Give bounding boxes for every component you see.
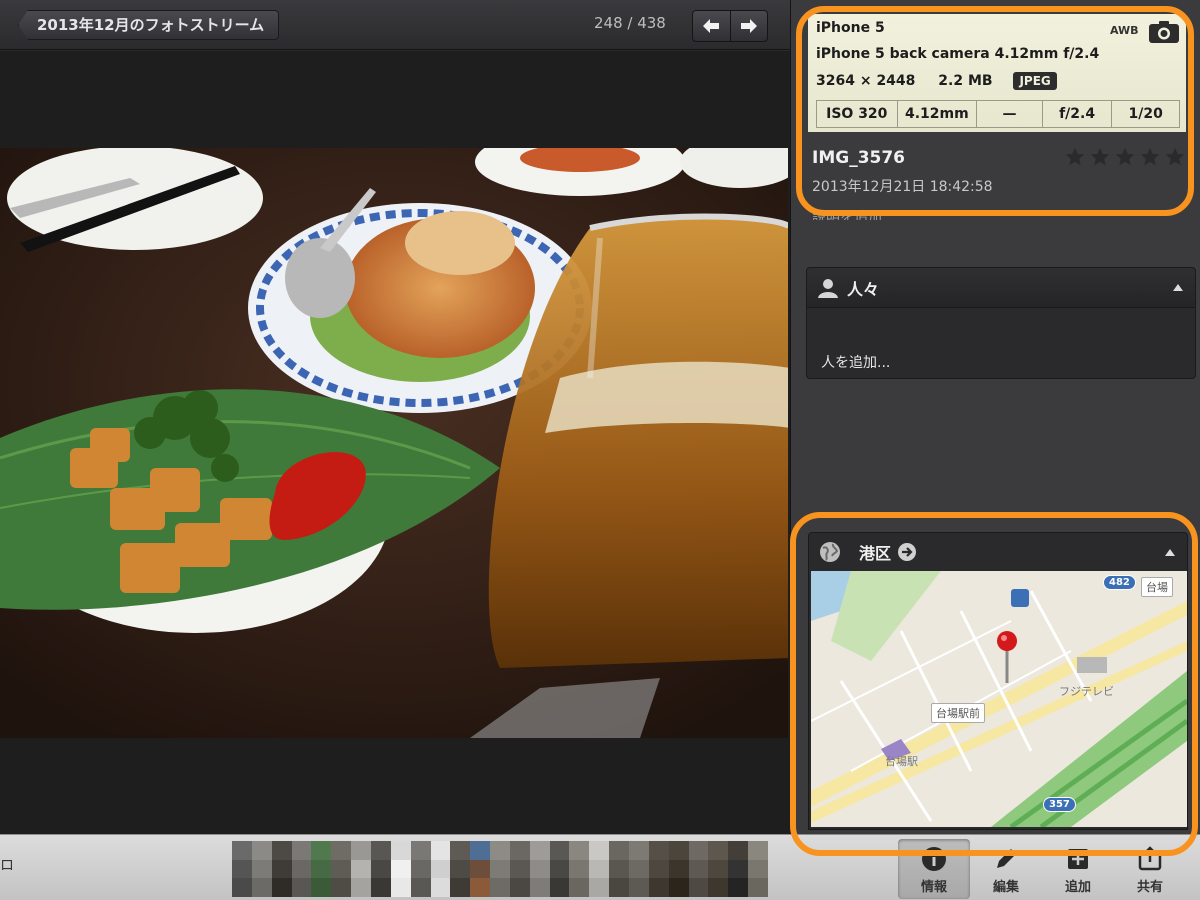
map-label-daiba-station: 台場駅 bbox=[885, 755, 918, 768]
share-button-label: 共有 bbox=[1136, 880, 1163, 895]
route-357-badge: 357 bbox=[1043, 797, 1076, 812]
tool-buttons: 情報 編集 追加 共有 bbox=[898, 839, 1186, 899]
back-to-album-button[interactable]: 2013年12月のフォトストリーム bbox=[18, 10, 280, 40]
collapse-caret-icon[interactable] bbox=[1173, 284, 1183, 291]
top-toolbar: 2013年12月のフォトストリーム 248 / 438 bbox=[0, 0, 790, 50]
route-482-badge: 482 bbox=[1103, 575, 1136, 590]
share-icon bbox=[1138, 846, 1162, 871]
location-map[interactable]: 482 台場 フジテレビ 台場駅前 台場駅 357 bbox=[811, 571, 1187, 827]
image-date: 2013年12月21日 18:42:58 bbox=[812, 179, 993, 195]
add-description-field[interactable]: 説明を追加... bbox=[812, 208, 895, 220]
rating-stars[interactable] bbox=[1064, 146, 1186, 168]
thumbnail-filmstrip[interactable] bbox=[232, 841, 768, 897]
lens-info: iPhone 5 back camera 4.12mm f/2.4 bbox=[816, 46, 1100, 62]
camera-icon bbox=[1149, 21, 1179, 43]
file-details: 3264 × 2448 2.2 MB JPEG bbox=[816, 72, 1057, 90]
add-icon bbox=[1068, 849, 1088, 869]
next-photo-button[interactable] bbox=[729, 11, 768, 41]
exif-aperture: f/2.4 bbox=[1041, 101, 1112, 127]
camera-model: iPhone 5 bbox=[816, 20, 885, 36]
food-photo-illustration bbox=[0, 148, 788, 738]
globe-icon bbox=[820, 542, 840, 562]
exif-table: ISO 320 4.12mm — f/2.4 1/20 bbox=[816, 100, 1180, 128]
pencil-icon bbox=[997, 849, 1016, 868]
info-icon bbox=[922, 847, 946, 871]
exif-card: iPhone 5 AWB iPhone 5 back camera 4.12mm… bbox=[808, 14, 1186, 132]
people-title: 人々 bbox=[847, 279, 880, 299]
info-button-label: 情報 bbox=[920, 880, 947, 895]
location-header[interactable]: 港区 bbox=[809, 533, 1187, 571]
file-size: 2.2 MB bbox=[938, 73, 993, 89]
location-section: 港区 482 台場 フジテレビ 台場駅前 台場駅 357 bbox=[808, 532, 1188, 830]
map-label-fuji-tv: フジテレビ bbox=[1059, 685, 1114, 698]
share-button[interactable]: 共有 bbox=[1114, 839, 1186, 899]
exif-exposure-bias: — bbox=[976, 101, 1042, 127]
photo-counter: 248 / 438 bbox=[594, 14, 666, 32]
image-title-block: IMG_3576 2013年12月21日 18:42:58 bbox=[808, 132, 1186, 202]
star-icon[interactable] bbox=[1089, 146, 1111, 168]
photo-nav bbox=[692, 10, 768, 42]
left-edge-glyph: ロ bbox=[0, 858, 14, 874]
add-button[interactable]: 追加 bbox=[1042, 839, 1114, 899]
map-pin-icon[interactable] bbox=[995, 629, 1019, 685]
format-badge: JPEG bbox=[1013, 72, 1057, 90]
map-drawing bbox=[811, 571, 1187, 827]
star-icon[interactable] bbox=[1114, 146, 1136, 168]
edit-button[interactable]: 編集 bbox=[970, 839, 1042, 899]
add-person-link[interactable]: 人を追加... bbox=[821, 352, 890, 372]
star-icon[interactable] bbox=[1164, 146, 1186, 168]
map-label-daiba: 台場 bbox=[1141, 577, 1173, 597]
edit-button-label: 編集 bbox=[992, 880, 1019, 895]
image-dimensions: 3264 × 2448 bbox=[816, 73, 916, 89]
image-name[interactable]: IMG_3576 bbox=[812, 148, 905, 168]
location-title: 港区 bbox=[859, 544, 892, 563]
previous-photo-button[interactable] bbox=[693, 11, 730, 41]
awb-label: AWB bbox=[1110, 24, 1139, 37]
arrow-right-icon bbox=[740, 19, 757, 33]
star-icon[interactable] bbox=[1139, 146, 1161, 168]
arrow-left-icon bbox=[703, 19, 720, 33]
info-button[interactable]: 情報 bbox=[898, 839, 970, 899]
star-icon[interactable] bbox=[1064, 146, 1086, 168]
people-section: 人々 人を追加... bbox=[806, 267, 1196, 379]
exif-iso: ISO 320 bbox=[826, 106, 888, 122]
people-header[interactable]: 人々 bbox=[807, 268, 1195, 308]
map-label-daiba-station-front: 台場駅前 bbox=[931, 703, 985, 723]
photo-image[interactable] bbox=[0, 148, 788, 738]
arrow-circle-icon[interactable] bbox=[897, 542, 917, 562]
collapse-caret-icon[interactable] bbox=[1165, 548, 1175, 556]
person-icon bbox=[818, 278, 838, 298]
bottom-toolbar: ロ 情報 編集 追加 共有 bbox=[0, 834, 1200, 900]
add-button-label: 追加 bbox=[1064, 880, 1091, 895]
exif-shutter: 1/20 bbox=[1111, 101, 1179, 127]
exif-focal-length: 4.12mm bbox=[896, 101, 977, 127]
